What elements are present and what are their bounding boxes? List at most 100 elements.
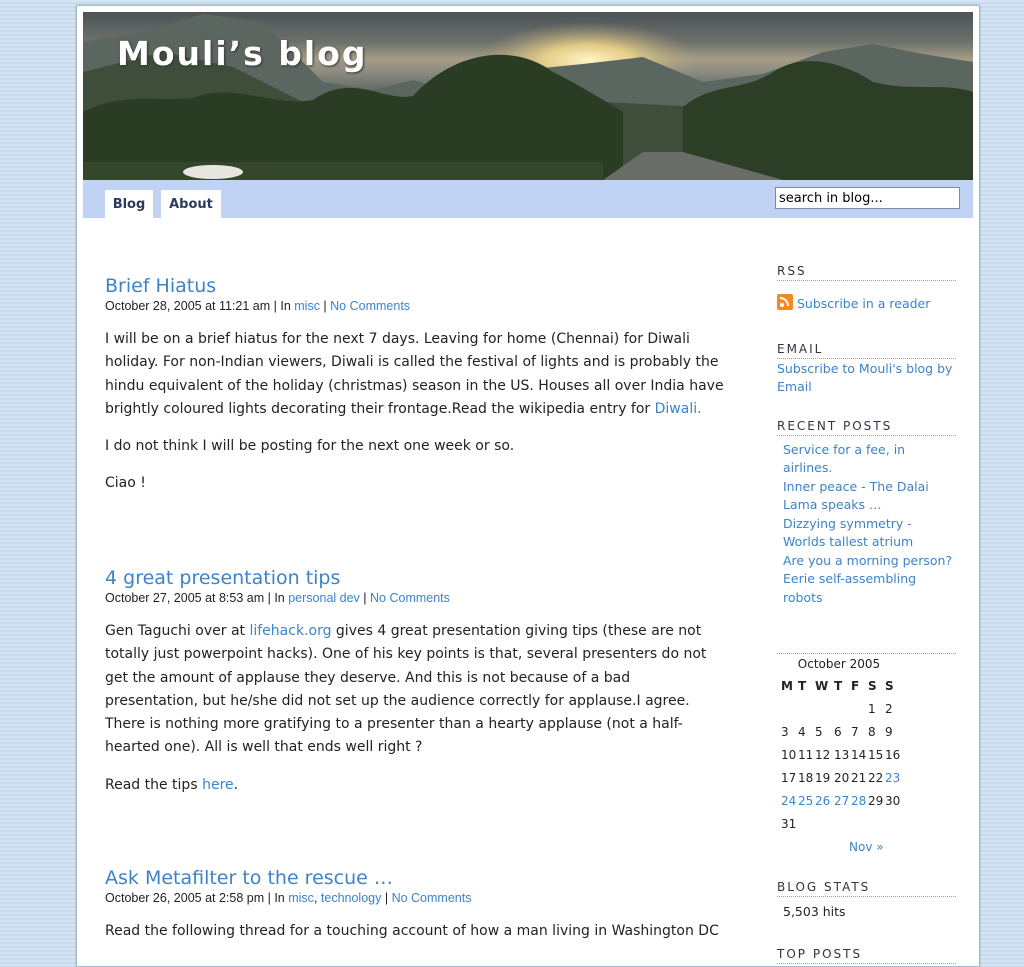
blog-stats-heading: BLOG STATS [777,880,956,897]
post-body: I will be on a brief hiatus for the next… [105,328,727,496]
calendar-weekday: M [781,679,793,693]
post-body: Gen Taguchi over at lifehack.org gives 4… [105,620,727,797]
calendar-day: 18 [798,771,814,785]
calendar-day[interactable]: 24 [781,793,796,809]
post: Ask Metafilter to the rescue … October 2… [105,866,727,943]
calendar-day: 17 [781,771,797,785]
main-content: Brief Hiatus October 28, 2005 at 11:21 a… [105,274,727,943]
calendar-day: 20 [834,771,850,785]
post-date: October 28, 2005 at 11:21 am | In [105,299,295,313]
post-paragraph: I do not think I will be posting for the… [105,438,515,455]
post-paragraph: Ciao ! [105,475,146,492]
post: Brief Hiatus October 28, 2005 at 11:21 a… [105,274,727,566]
post-title[interactable]: 4 great presentation tips [105,566,727,590]
category-link[interactable]: misc [294,299,320,313]
calendar-weekday: W [815,679,829,693]
calendar-weekday: F [851,679,860,693]
calendar-day: 7 [851,725,859,739]
navbar: Blog About [83,180,973,218]
top-posts-heading: TOP POSTS [777,947,956,964]
tips-link[interactable]: here [202,777,234,793]
calendar-weekday: S [885,679,894,693]
calendar-day[interactable]: 23 [885,770,900,786]
calendar: October 2005 M T W T F S S 1 2 3 4 5 6 7 8 9 10 11 12 13 14 1… [777,654,956,854]
post-body: Read the following thread for a touching… [105,920,727,943]
calendar-day: 15 [868,748,884,762]
calendar-day[interactable]: 25 [798,793,813,809]
rss-icon[interactable] [777,294,793,310]
hits-count: 5,503 hits [783,904,846,919]
calendar-day: 4 [798,725,806,739]
calendar-day: 30 [885,794,901,808]
calendar-day: 6 [834,725,842,739]
calendar-day: 8 [868,725,876,739]
post-meta: October 26, 2005 at 2:58 pm | In misc, t… [105,891,472,905]
calendar-day[interactable]: 27 [834,793,849,809]
category-link[interactable]: technology [321,891,381,905]
comments-link[interactable]: No Comments [330,299,410,313]
page-container: Mouli’s blog Blog About Brief Hiatus Oct… [76,5,980,967]
diwali-link[interactable]: Diwali. [655,401,702,417]
calendar-day[interactable]: 28 [851,793,866,809]
search-input[interactable] [775,187,960,209]
calendar-day: 1 [868,702,876,716]
post-date: October 27, 2005 at 8:53 am | In [105,591,289,605]
subscribe-email-link[interactable]: Subscribe to Mouli's blog by Email [777,360,956,397]
subscribe-reader-link[interactable]: Subscribe in a reader [797,296,930,311]
post-meta: October 27, 2005 at 8:53 am | In persona… [105,591,450,605]
calendar-day: 9 [885,725,893,739]
post-meta: October 28, 2005 at 11:21 am | In misc |… [105,299,411,313]
comments-link[interactable]: No Comments [370,591,450,605]
calendar-day: 29 [868,794,884,808]
calendar-day: 19 [815,771,831,785]
recent-posts-heading: RECENT POSTS [777,419,956,436]
calendar-day: 3 [781,725,789,739]
calendar-day: 2 [885,702,893,716]
post-paragraph: Gen Taguchi over at lifehack.org gives 4… [105,620,727,760]
category-link[interactable]: misc [288,891,314,905]
lifehack-link[interactable]: lifehack.org [249,623,331,639]
paragraph-text: I will be on a brief hiatus for the next… [105,331,724,417]
calendar-day: 22 [868,771,884,785]
post-paragraph: Read the following thread for a touching… [105,923,719,939]
calendar-day: 10 [781,748,797,762]
post-paragraph: I will be on a brief hiatus for the next… [105,328,727,421]
calendar-day[interactable]: 26 [815,793,830,809]
email-heading: EMAIL [777,342,956,359]
recent-post-link[interactable]: Eerie self-assembling robots [783,570,956,607]
calendar-day: 12 [815,748,831,762]
paragraph-text: Read the tips [105,776,203,793]
comments-link[interactable]: No Comments [392,891,472,905]
post-title[interactable]: Ask Metafilter to the rescue … [105,866,727,890]
recent-post-link[interactable]: Are you a morning person? [783,552,956,571]
paragraph-text: . [233,776,239,793]
post-paragraph: Read the tips here. [105,774,727,797]
header-banner: Mouli’s blog [83,12,973,180]
rss-heading: RSS [777,264,956,281]
blog-title[interactable]: Mouli’s blog [117,34,368,73]
recent-post-link[interactable]: Service for a fee, in airlines. [783,441,956,478]
tab-about[interactable]: About [161,190,221,218]
tab-blog[interactable]: Blog [105,190,153,218]
paragraph-text: gives 4 great presentation giving tips (… [105,623,707,756]
calendar-day: 14 [851,748,867,762]
calendar-weekday: T [798,679,807,693]
calendar-day: 11 [798,748,814,762]
post-title[interactable]: Brief Hiatus [105,274,727,298]
calendar-weekday: T [834,679,843,693]
calendar-day: 21 [851,771,867,785]
rss-widget: Subscribe in a reader [777,293,956,314]
post-date: October 26, 2005 at 2:58 pm | In [105,891,289,905]
calendar-day: 31 [781,817,797,831]
recent-post-link[interactable]: Inner peace - The Dalai Lama speaks … [783,478,956,515]
calendar-weekday: S [868,679,877,693]
paragraph-text: Gen Taguchi over at [105,623,250,639]
calendar-caption: October 2005 [797,657,881,671]
calendar-next-link[interactable]: Nov » [849,840,884,854]
recent-posts-list: Service for a fee, in airlines. Inner pe… [777,441,956,608]
calendar-day: 5 [815,725,823,739]
category-link[interactable]: personal dev [288,591,360,605]
post: 4 great presentation tips October 27, 20… [105,566,727,866]
sidebar: RSS Subscribe in a reader EMAIL Subscrib… [777,264,956,964]
recent-post-link[interactable]: Dizzying symmetry - Worlds tallest atriu… [783,515,956,552]
